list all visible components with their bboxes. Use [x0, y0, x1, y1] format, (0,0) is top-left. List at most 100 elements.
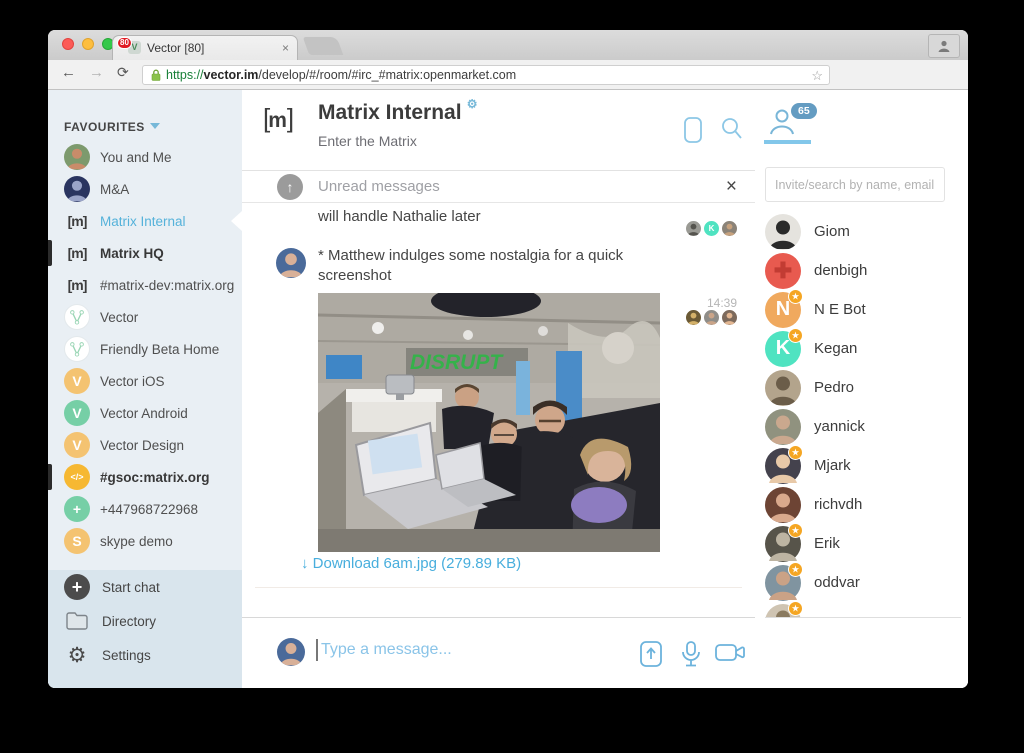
room-label: You and Me [100, 150, 172, 165]
member-row-mjark[interactable]: ★Mjark [765, 446, 965, 485]
sidebar-item-vector-design[interactable]: VVector Design [48, 429, 242, 461]
sidebar-item-vector-ios[interactable]: VVector iOS [48, 365, 242, 397]
chat-main: [m] Matrix Internal ⚙ Enter the Matrix ↑… [242, 90, 755, 688]
browser-window: V 80 Vector [80] × ← → ⟳ https://vector.… [48, 30, 968, 688]
search-icon[interactable] [720, 116, 744, 147]
settings-button[interactable]: ⚙ Settings [48, 638, 242, 672]
browser-profile-button[interactable] [928, 34, 960, 58]
window-minimize-button[interactable] [82, 38, 94, 50]
member-row-richvdh[interactable]: richvdh [765, 485, 965, 524]
sidebar-item-447968722968[interactable]: ++447968722968 [48, 493, 242, 525]
new-tab-button[interactable] [303, 37, 344, 55]
person-icon [937, 39, 951, 53]
member-row-yannick[interactable]: yannick [765, 407, 965, 446]
member-row-pedro[interactable]: Pedro [765, 368, 965, 407]
folder-icon [64, 612, 90, 630]
room-label: skype demo [100, 534, 173, 549]
member-name: N E Bot [814, 301, 866, 318]
tab-close-icon[interactable]: × [282, 41, 289, 55]
member-avatar [765, 214, 801, 250]
sidebar-item-vector-android[interactable]: VVector Android [48, 397, 242, 429]
room-label: #gsoc:matrix.org [100, 470, 210, 485]
tab-title: Vector [80] [147, 41, 278, 55]
room-list: You and Me M&A [m]Matrix Internal[m]Matrix… [48, 141, 242, 557]
read-receipt-avatar [722, 221, 737, 236]
window-close-button[interactable] [62, 38, 74, 50]
selected-room-wedge [231, 211, 242, 231]
room-label: Vector [100, 310, 138, 325]
read-receipt-avatar [722, 310, 737, 325]
reload-button[interactable]: ⟳ [117, 64, 129, 81]
room-avatar [64, 144, 90, 170]
member-row-denbigh[interactable]: ✚denbigh [765, 251, 965, 290]
start-chat-button[interactable]: + Start chat [48, 570, 242, 604]
bookmark-star-icon[interactable]: ☆ [811, 68, 823, 84]
plus-circle-icon: + [64, 574, 90, 600]
room-avatar: V [64, 368, 90, 394]
sidebar-item-friendly-beta-home[interactable]: Friendly Beta Home [48, 333, 242, 365]
unread-indicator [48, 240, 52, 266]
room-label: M&A [100, 182, 129, 197]
member-row[interactable]: ★ [765, 602, 965, 617]
disrupt-banner-text: DISRUPT [410, 351, 504, 374]
close-icon[interactable]: × [726, 171, 737, 202]
room-avatar: [m] [64, 272, 90, 298]
attachment-image[interactable]: DISRUPT [318, 293, 660, 552]
member-list-divider [765, 617, 961, 618]
read-receipts: K [686, 221, 737, 236]
read-receipt-avatar [686, 221, 701, 236]
sidebar-item-vector[interactable]: Vector [48, 301, 242, 333]
url-bar[interactable]: https://vector.im/develop/#/room/#irc_#m… [142, 65, 830, 85]
sidebar-item-matrix-dev-matrix-org[interactable]: [m]#matrix-dev:matrix.org [48, 269, 242, 301]
member-row-giom[interactable]: Giom [765, 212, 965, 251]
back-button[interactable]: ← [61, 64, 76, 81]
upload-file-icon[interactable] [638, 640, 664, 673]
tab-badge: 80 [117, 37, 132, 49]
jump-to-unread-button[interactable]: ↑ [277, 174, 303, 200]
room-topic[interactable]: Enter the Matrix [318, 133, 417, 149]
composer-input[interactable]: Type a message... [321, 641, 452, 659]
member-name: Erik [814, 535, 840, 552]
directory-button[interactable]: Directory [48, 604, 242, 638]
room-avatar: S [64, 528, 90, 554]
sidebar-item-matrix-hq[interactable]: [m]Matrix HQ [48, 237, 242, 269]
url-scheme: https:// [166, 68, 204, 82]
attachment-download-link[interactable]: ↓ Download 6am.jpg (279.89 KB) [301, 555, 521, 572]
read-receipt-avatar: K [704, 221, 719, 236]
member-list: Giom✚denbighN★N E BotK★KeganPedroyannick… [765, 212, 965, 617]
sender-avatar[interactable] [276, 248, 306, 278]
forward-button[interactable]: → [89, 64, 104, 81]
invite-search-input[interactable] [765, 167, 945, 202]
room-avatar [64, 304, 90, 330]
gear-icon: ⚙ [64, 643, 90, 668]
text-cursor [316, 639, 318, 661]
unread-messages-bar: ↑ Unread messages × [242, 170, 755, 203]
member-row-oddvar[interactable]: ★oddvar [765, 563, 965, 602]
star-badge-icon: ★ [788, 445, 803, 460]
url-path: /develop/#/room/#irc_#matrix:openmarket.… [258, 68, 516, 82]
sidebar-item-m-a[interactable]: M&A [48, 173, 242, 205]
favourites-header[interactable]: FAVOURITES [64, 120, 160, 134]
room-avatar [64, 176, 90, 202]
voice-call-icon[interactable] [680, 640, 702, 673]
member-name: richvdh [814, 496, 862, 513]
member-avatar: ★ [765, 604, 801, 618]
member-row-kegan[interactable]: K★Kegan [765, 329, 965, 368]
video-call-icon[interactable] [682, 116, 704, 149]
member-row-n-e-bot[interactable]: N★N E Bot [765, 290, 965, 329]
video-call-camera-icon[interactable] [714, 640, 746, 671]
member-row-erik[interactable]: ★ Erik [765, 524, 965, 563]
member-avatar: ★ [765, 526, 801, 562]
room-avatar[interactable]: [m] [263, 103, 303, 145]
url-host: vector.im [204, 68, 259, 82]
message-text: will handle Nathalie later [318, 207, 481, 227]
room-settings-gear-icon[interactable]: ⚙ [467, 97, 478, 111]
sidebar-item-matrix-internal[interactable]: [m]Matrix Internal [48, 205, 242, 237]
sidebar-item-skype-demo[interactable]: Sskype demo [48, 525, 242, 557]
sidebar-item-gsoc-matrix-org[interactable]: </>#gsoc:matrix.org [48, 461, 242, 493]
sidebar-item-you-and-me[interactable]: You and Me [48, 141, 242, 173]
member-name: oddvar [814, 574, 860, 591]
browser-tab[interactable]: V 80 Vector [80] × [112, 35, 298, 60]
vector-app: FAVOURITES You and Me M&A [m]Matrix Intern… [48, 90, 968, 688]
unread-messages-label: Unread messages [318, 171, 440, 202]
